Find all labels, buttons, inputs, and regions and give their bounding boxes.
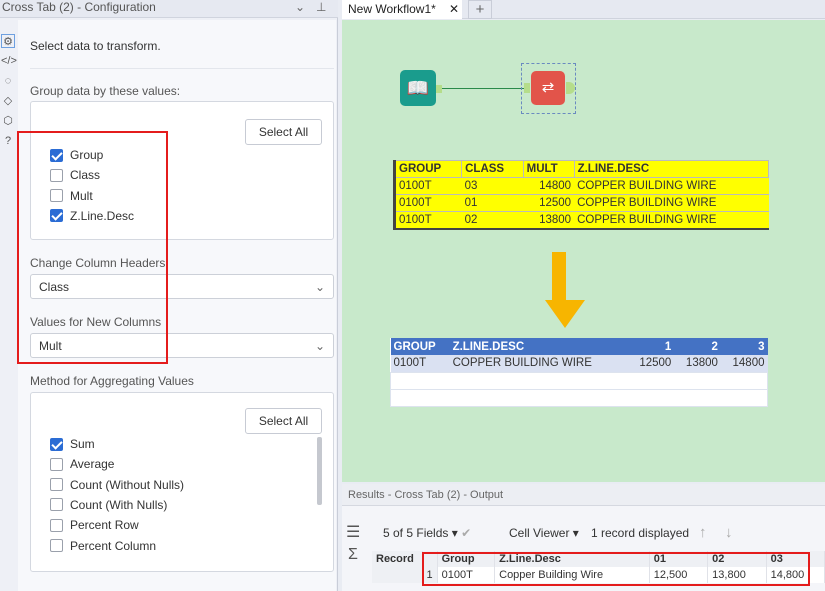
input-example-table: GROUP CLASS MULT Z.LINE.DESC 0100T 03 14800 CO…	[393, 160, 770, 230]
group-label: Group data by these values:	[30, 84, 181, 98]
table-row: 0100T 03 14800 COPPER BUILDING WIRE	[394, 177, 769, 195]
help-icon[interactable]: ?	[1, 134, 15, 148]
pin-icon[interactable]: ⊥	[316, 0, 326, 14]
table-cell: 0100T	[393, 357, 427, 370]
table-cell: 01	[461, 194, 524, 212]
table-cell: 14800	[523, 177, 575, 195]
viewer-label: Cell Viewer	[509, 526, 570, 540]
checkbox-item[interactable]: Count (With Nulls)	[50, 498, 167, 512]
output-example-table: GROUP Z.LINE.DESC 1 2 3 0100T COPPER BUILDING…	[390, 338, 768, 407]
group-select-all-button[interactable]: Select All	[245, 119, 322, 145]
input-anchor[interactable]	[524, 83, 530, 93]
intro-text: Select data to transform.	[30, 39, 161, 53]
list-icon[interactable]: ☰	[346, 522, 360, 542]
checkbox-item[interactable]: Percent Column	[50, 539, 156, 553]
checkbox-label: Average	[70, 457, 115, 472]
close-icon[interactable]: ✕	[449, 0, 459, 18]
table-cell: COPPER BUILDING WIRE	[574, 194, 769, 212]
input-data-tool-icon[interactable]: 📖	[400, 70, 436, 106]
table-row: 0100T 01 12500 COPPER BUILDING WIRE	[394, 194, 769, 212]
tag-icon[interactable]: ◇	[1, 94, 15, 108]
checkbox[interactable]	[50, 539, 63, 552]
chevron-down-icon: ⌄	[314, 339, 325, 353]
column-header: Record	[372, 551, 423, 567]
checkbox-item[interactable]: Count (Without Nulls)	[50, 478, 184, 492]
table-row: 0100T 02 13800 COPPER BUILDING WIRE	[394, 211, 769, 229]
column-header: GROUP	[393, 340, 436, 353]
gear-icon[interactable]: ⚙	[1, 34, 15, 48]
code-icon[interactable]: </>	[1, 54, 17, 68]
checkbox[interactable]	[50, 437, 63, 451]
down-arrow-head	[545, 300, 585, 328]
results-title: Results - Cross Tab (2) - Output	[342, 484, 825, 506]
connection-line	[442, 88, 524, 89]
column-header: Z.LINE.DESC	[452, 340, 525, 353]
configuration-panel: Cross Tab (2) - Configuration ⌄ ⊥ ⚙ </> …	[0, 0, 338, 591]
tab-new-workflow[interactable]: New Workflow1* ✕	[342, 0, 462, 19]
table-cell: COPPER BUILDING WIRE	[452, 357, 592, 370]
table-cell: COPPER BUILDING WIRE	[574, 177, 769, 195]
column-header: CLASS	[461, 160, 524, 178]
checkbox-item[interactable]: Average	[50, 457, 114, 471]
checkbox-label: Percent Row	[70, 518, 139, 533]
table-cell: 0100T	[394, 194, 462, 212]
fields-dropdown[interactable]: 5 of 5 Fields ▾ ✔	[383, 526, 471, 540]
panel-title: Cross Tab (2) - Configuration	[2, 0, 156, 14]
checkbox[interactable]	[50, 457, 63, 471]
check-icon[interactable]: ✔	[461, 526, 471, 540]
checkbox-label: Percent Column	[70, 538, 157, 553]
annotation-icon[interactable]: ◌	[1, 74, 15, 88]
table-cell: 02	[461, 211, 524, 229]
highlight-box	[17, 131, 168, 364]
column-header: GROUP	[393, 160, 463, 178]
checkbox-label: Count (With Nulls)	[70, 497, 168, 512]
sum-icon[interactable]: Σ	[348, 546, 358, 564]
collapse-chevron-icon[interactable]: ⌄	[295, 0, 305, 14]
table-cell: 13800	[685, 357, 718, 370]
checkbox[interactable]	[50, 478, 63, 492]
checkbox-label: Count (Without Nulls)	[70, 477, 185, 492]
fields-label: 5 of 5 Fields	[383, 526, 449, 540]
table-row: 0100T COPPER BUILDING WIRE 12500 13800 14800	[390, 355, 768, 372]
table-cell: 0100T	[394, 177, 462, 195]
cube-icon[interactable]: ⬡	[1, 114, 15, 128]
column-header: 1	[664, 340, 672, 353]
down-arrow-icon	[552, 252, 566, 302]
results-highlight-box	[422, 552, 810, 586]
table-cell: 0100T	[394, 211, 462, 229]
method-label: Method for Aggregating Values	[30, 374, 194, 388]
output-anchor[interactable]	[436, 85, 442, 93]
scrollbar[interactable]	[317, 437, 322, 505]
cross-tab-tool-icon[interactable]: ⇄	[531, 71, 565, 105]
table-cell: 12500	[639, 357, 672, 370]
checkbox-label: Sum	[70, 437, 95, 451]
column-header: 3	[758, 340, 765, 353]
method-select-all-button[interactable]: Select All	[245, 408, 322, 434]
checkbox-item[interactable]: Sum	[50, 437, 95, 451]
table-cell: 13800	[523, 211, 575, 229]
checkbox[interactable]	[50, 498, 63, 512]
column-header: 2	[711, 340, 718, 353]
tab-label: New Workflow1*	[348, 2, 436, 16]
icon-rail: ⚙ </> ◌ ◇ ⬡ ?	[0, 20, 18, 591]
arrow-up-icon[interactable]: ↑	[699, 524, 707, 541]
table-cell: COPPER BUILDING WIRE	[574, 211, 769, 229]
workflow-canvas[interactable]: 📖 ⇄ GROUP CLASS MULT Z.LINE.DESC 0100T 03 148…	[342, 20, 825, 482]
table-cell: 03	[461, 177, 524, 195]
table-cell: 12500	[523, 194, 575, 212]
checkbox[interactable]	[50, 518, 63, 532]
panel-header: Cross Tab (2) - Configuration ⌄ ⊥	[0, 0, 338, 18]
record-count: 1 record displayed	[591, 526, 690, 540]
column-header: MULT	[522, 160, 575, 178]
chevron-down-icon: ⌄	[314, 280, 325, 294]
table-cell: 14800	[732, 357, 765, 370]
column-header: Z.LINE.DESC	[573, 160, 770, 178]
cell-viewer-dropdown[interactable]: Cell Viewer ▾	[509, 526, 579, 540]
arrow-down-icon[interactable]: ↓	[725, 524, 733, 541]
new-tab-button[interactable]: +	[468, 0, 492, 19]
checkbox-item[interactable]: Percent Row	[50, 518, 139, 532]
divider	[30, 68, 334, 69]
tab-bar: New Workflow1* ✕ +	[342, 0, 825, 19]
results-panel: Results - Cross Tab (2) - Output ☰ Σ 5 o…	[342, 484, 825, 591]
